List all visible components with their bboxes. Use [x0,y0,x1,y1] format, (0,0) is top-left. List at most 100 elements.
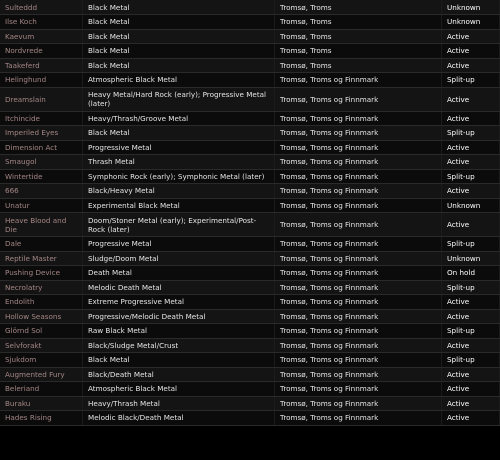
location-cell: Tromsø, Troms og Finnmark [274,352,442,368]
table-row: 666 Black/Heavy Metal Tromsø, Troms og Fin… [0,183,500,199]
status-cell: Split-up [441,72,500,88]
table-row: Beleriand Atmospheric Black Metal Tromsø, … [0,381,500,397]
table-row: Reptile Master Sludge/Doom Metal Tromsø, T… [0,251,500,266]
band-name-link[interactable]: Buraku [0,396,83,411]
status-cell: Active [441,140,500,155]
status-cell: Active [441,309,500,324]
table-row: Sulteddd Black Metal Tromsø, Troms Unknown [0,0,500,15]
table-row: Heave Blood and Die Doom/Stoner Metal (ea… [0,212,500,237]
band-name-link[interactable]: Wintertide [0,169,83,184]
location-cell: Tromsø, Troms og Finnmark [274,309,442,324]
genre-cell: Black Metal [82,58,275,73]
table-row: Pushing Device Death Metal Tromsø, Troms o… [0,265,500,281]
location-cell: Tromsø, Troms og Finnmark [274,125,442,141]
band-name-link[interactable]: Augmented Fury [0,367,83,382]
location-cell: Tromsø, Troms og Finnmark [274,338,442,353]
genre-cell: Atmospheric Black Metal [82,72,275,88]
band-name-link[interactable]: Smaugol [0,154,83,170]
table-row: Helinghund Atmospheric Black Metal Tromsø,… [0,72,500,88]
table-row: Dreamslain Heavy Metal/Hard Rock (early);… [0,87,500,112]
location-cell: Tromsø, Troms og Finnmark [274,367,442,382]
genre-cell: Heavy Metal/Hard Rock (early); Progressi… [82,87,275,112]
genre-cell: Progressive/Melodic Death Metal [82,309,275,324]
status-cell: Active [441,58,500,73]
status-cell: Active [441,154,500,170]
band-name-link[interactable]: Hades Rising [0,410,83,426]
status-cell: Active [441,338,500,353]
band-name-link[interactable]: Reptile Master [0,251,83,266]
band-name-link[interactable]: Heave Blood and Die [0,212,83,237]
location-cell: Tromsø, Troms og Finnmark [274,280,442,295]
table-row: Taakeferd Black Metal Tromsø, Troms Active [0,58,500,73]
table-row: Kaevum Black Metal Tromsø, Troms Active [0,29,500,44]
status-cell: Active [441,294,500,310]
table-row: Nordvrede Black Metal Tromsø, Troms Active [0,43,500,59]
genre-cell: Death Metal [82,265,275,281]
location-cell: Tromsø, Troms [274,43,442,59]
band-name-link[interactable]: Imperiled Eyes [0,125,83,141]
band-name-link[interactable]: Selvforakt [0,338,83,353]
band-name-link[interactable]: 666 [0,183,83,199]
location-cell: Tromsø, Troms og Finnmark [274,169,442,184]
location-cell: Tromsø, Troms og Finnmark [274,140,442,155]
band-name-link[interactable]: Dreamslain [0,87,83,112]
band-name-link[interactable]: Beleriand [0,381,83,397]
status-cell: Split-up [441,169,500,184]
status-cell: Active [441,183,500,199]
status-cell: Split-up [441,125,500,141]
genre-cell: Melodic Black/Death Metal [82,410,275,426]
location-cell: Tromsø, Troms og Finnmark [274,294,442,310]
genre-cell: Black Metal [82,352,275,368]
band-name-link[interactable]: Sulteddd [0,0,83,15]
band-rows: Sulteddd Black Metal Tromsø, Troms Unknown I… [0,0,500,426]
status-cell: Active [441,212,500,237]
band-name-link[interactable]: Dimension Act [0,140,83,155]
table-row: Smaugol Thrash Metal Tromsø, Troms og Finn… [0,154,500,170]
status-cell: Split-up [441,352,500,368]
band-name-link[interactable]: Kaevum [0,29,83,44]
band-name-link[interactable]: Glörnd Sol [0,323,83,339]
location-cell: Tromsø, Troms og Finnmark [274,251,442,266]
location-cell: Tromsø, Troms og Finnmark [274,183,442,199]
genre-cell: Black Metal [82,125,275,141]
location-cell: Tromsø, Troms og Finnmark [274,72,442,88]
band-name-link[interactable]: Helinghund [0,72,83,88]
genre-cell: Black Metal [82,14,275,30]
band-name-link[interactable]: Taakeferd [0,58,83,73]
band-name-link[interactable]: Unatur [0,198,83,213]
status-cell: On hold [441,265,500,281]
status-cell: Active [441,111,500,126]
status-cell: Active [441,29,500,44]
status-cell: Split-up [441,280,500,295]
table-row: Necrolatry Melodic Death Metal Tromsø, Tro… [0,280,500,295]
location-cell: Tromsø, Troms og Finnmark [274,381,442,397]
table-row: Endolith Extreme Progressive Metal Tromsø,… [0,294,500,310]
band-name-link[interactable]: Endolith [0,294,83,310]
band-name-link[interactable]: Necrolatry [0,280,83,295]
band-name-link[interactable]: Sjukdom [0,352,83,368]
status-cell: Split-up [441,236,500,252]
table-row: Sjukdom Black Metal Tromsø, Troms og Finnm… [0,352,500,368]
band-name-link[interactable]: Hollow Seasons [0,309,83,324]
genre-cell: Black/Sludge Metal/Crust [82,338,275,353]
band-name-link[interactable]: Pushing Device [0,265,83,281]
location-cell: Tromsø, Troms og Finnmark [274,198,442,213]
genre-cell: Doom/Stoner Metal (early); Experimental/… [82,212,275,237]
status-cell: Unknown [441,0,500,15]
genre-cell: Symphonic Rock (early); Symphonic Metal … [82,169,275,184]
status-cell: Active [441,367,500,382]
genre-cell: Atmospheric Black Metal [82,381,275,397]
genre-cell: Extreme Progressive Metal [82,294,275,310]
band-name-link[interactable]: Itchincide [0,111,83,126]
genre-cell: Black Metal [82,0,275,15]
status-cell: Unknown [441,251,500,266]
table-row: Wintertide Symphonic Rock (early); Sympho… [0,169,500,184]
table-row: Hades Rising Melodic Black/Death Metal Tro… [0,410,500,426]
location-cell: Tromsø, Troms [274,29,442,44]
location-cell: Tromsø, Troms og Finnmark [274,265,442,281]
genre-cell: Sludge/Doom Metal [82,251,275,266]
band-name-link[interactable]: Dale [0,236,83,252]
band-name-link[interactable]: Ilse Koch [0,14,83,30]
genre-cell: Experimental Black Metal [82,198,275,213]
band-name-link[interactable]: Nordvrede [0,43,83,59]
